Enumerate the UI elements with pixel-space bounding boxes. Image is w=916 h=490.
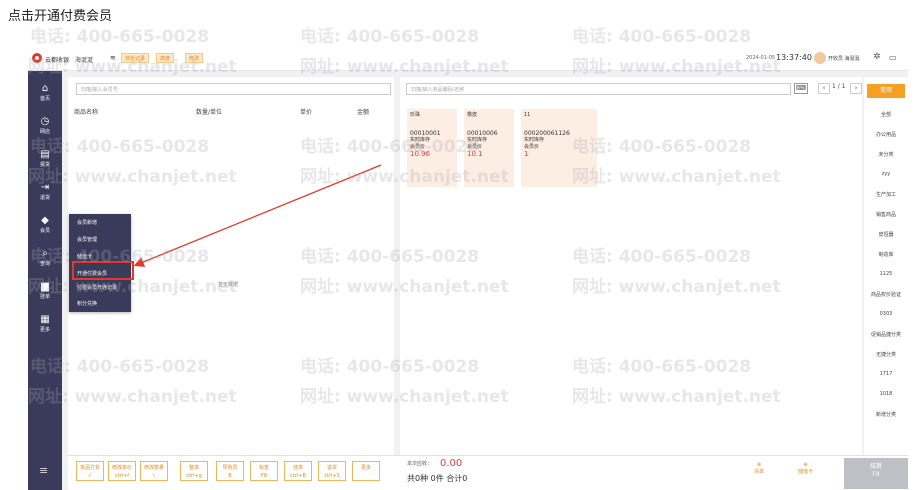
annotation-arrow: [133, 164, 382, 267]
